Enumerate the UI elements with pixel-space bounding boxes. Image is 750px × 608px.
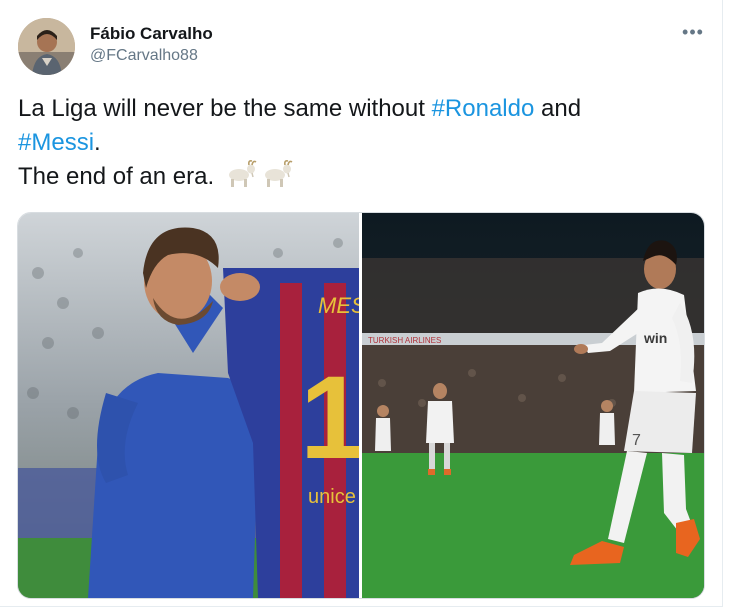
tweet-media: MES 10 unice TURKISH AIRLINES bbox=[17, 212, 705, 599]
display-name[interactable]: Fábio Carvalho bbox=[90, 23, 213, 45]
tweet-header: Fábio Carvalho @FCarvalho88 ••• bbox=[18, 18, 708, 76]
user-handle[interactable]: @FCarvalho88 bbox=[90, 45, 213, 67]
advert-board-text: TURKISH AIRLINES bbox=[368, 336, 441, 345]
user-names: Fábio Carvalho @FCarvalho88 bbox=[90, 23, 213, 67]
messi-photo[interactable]: MES 10 unice bbox=[18, 213, 359, 598]
shirt-name: MES bbox=[318, 293, 359, 318]
goat-icon bbox=[225, 160, 257, 198]
hashtag-messi[interactable]: #Messi bbox=[18, 129, 94, 156]
tweet-text-part: and bbox=[534, 95, 582, 122]
ronaldo-photo[interactable]: TURKISH AIRLINES win 7 bbox=[362, 213, 704, 598]
tweet-text: La Liga will never be the same without #… bbox=[18, 92, 698, 198]
more-options-icon[interactable]: ••• bbox=[678, 22, 708, 42]
ronaldo-shirt-brand: win bbox=[643, 330, 667, 346]
shirt-number: 10 bbox=[300, 352, 359, 484]
tweet-text-part: . bbox=[94, 129, 101, 156]
tweet-text-line: The end of an era. bbox=[18, 163, 215, 190]
ronaldo-shirt-number: 7 bbox=[632, 432, 641, 449]
tweet-text-part: La Liga will never be the same without bbox=[18, 95, 432, 122]
avatar[interactable] bbox=[18, 18, 75, 75]
goat-icon bbox=[261, 160, 293, 198]
tweet-card: Fábio Carvalho @FCarvalho88 ••• La Liga … bbox=[0, 0, 723, 607]
hashtag-ronaldo[interactable]: #Ronaldo bbox=[432, 95, 535, 122]
more-options-label: ••• bbox=[682, 21, 704, 42]
shirt-sponsor: unice bbox=[308, 486, 356, 508]
avatar-image bbox=[18, 18, 75, 75]
